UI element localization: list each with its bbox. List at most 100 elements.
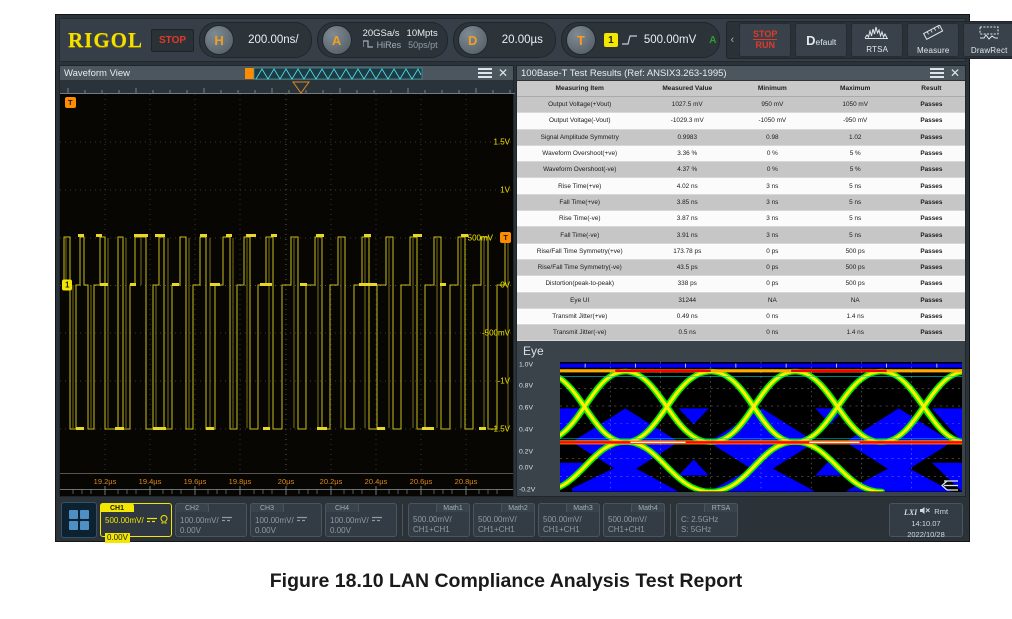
table-row[interactable]: Fall Time(+ve)3.85 ns3 ns5 nsPasses xyxy=(517,194,965,210)
eye-diagram-title: Eye xyxy=(517,341,965,358)
status-clock-box[interactable]: LXI Rmt 14:10.07 2022/10/28 xyxy=(889,503,963,537)
math-box-math2[interactable]: Math2 500.00mV/ CH1+CH1 xyxy=(473,503,535,537)
status-time: 14:10.07 xyxy=(890,519,962,530)
table-row[interactable]: Waveform Overshoot(-ve)4.37 %0 %5 %Passe… xyxy=(517,162,965,178)
waveform-y-label: 500mV xyxy=(468,234,493,243)
eye-diagram-area[interactable]: 1.0V 0.8V 0.6V 0.4V 0.2V 0.0V -0.2V -0.4… xyxy=(517,358,965,496)
waveform-menu-icon[interactable] xyxy=(478,68,492,78)
cell-result: Passes xyxy=(898,227,965,243)
lxi-label: LXI xyxy=(904,507,917,519)
table-header-row: Measuring Item Measured Value Minimum Ma… xyxy=(517,81,965,97)
channel-box-ch2[interactable]: CH2 100.00mV/ 0.00V xyxy=(175,503,247,537)
waveform-x-label: 19.2µs xyxy=(94,477,117,486)
table-row[interactable]: Transmit Jitter(-ve)0.5 ns0 ns1.4 nsPass… xyxy=(517,325,965,341)
ruler-icon xyxy=(921,25,945,45)
math2-scale-value: 500.00mV/ xyxy=(478,515,517,525)
layout-grid-button[interactable] xyxy=(61,502,97,538)
cell-minimum: 0 ps xyxy=(732,243,813,259)
waveform-grid[interactable]: 1.5V 1V 500mV 0V -500mV -1V -1.5V T 1 xyxy=(60,94,513,474)
run-state-indicator[interactable]: STOP xyxy=(151,29,194,52)
ch2-tab-label: CH2 xyxy=(175,503,209,512)
cell-measuring-item: Waveform Overshoot(+ve) xyxy=(517,145,642,161)
cell-measured-value: 173.78 ps xyxy=(642,243,732,259)
table-row[interactable]: Eye UI31244NANAPasses xyxy=(517,292,965,308)
table-row[interactable]: Transmit Jitter(+ve)0.49 ns0 ns1.4 nsPas… xyxy=(517,308,965,324)
trigger-settings-group[interactable]: T 1 500.00mV A xyxy=(561,22,720,58)
cell-measured-value: 3.87 ns xyxy=(642,211,732,227)
eye-y-label: 0.4V xyxy=(519,427,533,434)
measure-button[interactable]: Measure xyxy=(907,23,959,57)
delay-settings-group[interactable]: D 20.00µs xyxy=(453,22,556,58)
math-box-math3[interactable]: Math3 500.00mV/ CH1+CH1 xyxy=(538,503,600,537)
draw-rect-button[interactable]: DrawRect xyxy=(963,23,1012,57)
cell-maximum: 500 ps xyxy=(813,276,898,292)
rtsa-box[interactable]: RTSA C: 2.5GHz S: 5GHz xyxy=(676,503,738,537)
stop-run-button[interactable]: STOP RUN xyxy=(739,23,791,57)
trigger-level-marker[interactable]: T xyxy=(500,232,511,243)
channel-ground-marker[interactable]: 1 xyxy=(62,280,72,291)
test-results-panel: 100Base-T Test Results (Ref: ANSIX3.263-… xyxy=(516,65,966,497)
dc-coupling-icon xyxy=(222,515,232,526)
run-label: RUN xyxy=(755,40,775,50)
status-date: 2022/10/28 xyxy=(890,530,962,541)
eye-options-icon[interactable] xyxy=(941,479,959,492)
waveform-close-icon[interactable]: ✕ xyxy=(498,67,508,79)
cell-measuring-item: Eye UI xyxy=(517,292,642,308)
cell-result: Passes xyxy=(898,243,965,259)
cell-measuring-item: Rise/Fall Time Symmetry(+ve) xyxy=(517,243,642,259)
col-measuring-item: Measuring Item xyxy=(517,81,642,97)
table-row[interactable]: Output Voltage(+Vout)1027.5 mV950 mV1050… xyxy=(517,97,965,113)
cell-measured-value: 4.37 % xyxy=(642,162,732,178)
results-menu-icon[interactable] xyxy=(930,68,944,78)
default-button[interactable]: Default xyxy=(795,23,847,57)
rtsa-button[interactable]: RTSA xyxy=(851,23,903,57)
table-row[interactable]: Output Voltage(-Vout)-1029.3 mV-1050 mV-… xyxy=(517,113,965,129)
cell-measured-value: 0.5 ns xyxy=(642,325,732,341)
channel-box-ch1[interactable]: CH1 500.00mV/ 0.00V xyxy=(100,503,172,537)
cell-measured-value: 43.5 ps xyxy=(642,259,732,275)
results-close-icon[interactable]: ✕ xyxy=(950,67,960,79)
cell-minimum: 0.98 xyxy=(732,129,813,145)
cell-maximum: 1.4 ns xyxy=(813,325,898,341)
table-row[interactable]: Rise/Fall Time Symmetry(-ve)43.5 ps0 ps5… xyxy=(517,259,965,275)
cell-maximum: -950 mV xyxy=(813,113,898,129)
table-row[interactable]: Waveform Overshoot(+ve)3.36 %0 %5 %Passe… xyxy=(517,145,965,161)
waveform-nav-bar[interactable] xyxy=(60,81,513,95)
impedance-icon xyxy=(160,515,168,527)
scroll-left-arrow[interactable]: ‹ xyxy=(728,34,738,46)
cell-measured-value: 1027.5 mV xyxy=(642,97,732,113)
table-row[interactable]: Signal Amplitude Symmetry0.99830.981.02P… xyxy=(517,129,965,145)
math-box-math1[interactable]: Math1 500.00mV/ CH1+CH1 xyxy=(408,503,470,537)
ch2-scale-value: 100.00mV/ xyxy=(180,516,219,526)
cell-measured-value: 0.9983 xyxy=(642,129,732,145)
quick-action-toolbar: ‹ STOP RUN Default RTSA Measure xyxy=(726,21,1012,59)
cell-measuring-item: Rise Time(+ve) xyxy=(517,178,642,194)
waveform-title-bar: Waveform View ✕ xyxy=(60,66,513,81)
math-box-math4[interactable]: Math4 500.00mV/ CH1+CH1 xyxy=(603,503,665,537)
table-row[interactable]: Rise Time(+ve)4.02 ns3 ns5 nsPasses xyxy=(517,178,965,194)
results-table-wrapper: Measuring Item Measured Value Minimum Ma… xyxy=(517,81,965,341)
horizontal-settings-group[interactable]: H 200.00ns/ xyxy=(199,22,312,58)
cell-measured-value: 3.91 ns xyxy=(642,227,732,243)
figure-caption: Figure 18.10 LAN Compliance Analysis Tes… xyxy=(0,570,1012,593)
waveform-y-label: -500mV xyxy=(482,329,510,338)
delay-value: 20.00µs xyxy=(492,34,553,46)
stop-label: STOP xyxy=(753,30,777,40)
spectrum-icon xyxy=(864,26,890,44)
table-row[interactable]: Rise/Fall Time Symmetry(+ve)173.78 ps0 p… xyxy=(517,243,965,259)
acquire-settings-group[interactable]: A 20GSa/s 10Mpts HiRes 50ps/pt xyxy=(317,22,448,58)
cell-minimum: 0 ps xyxy=(732,276,813,292)
acquire-badge: A xyxy=(322,25,352,55)
cell-maximum: 1050 mV xyxy=(813,97,898,113)
draw-rect-icon xyxy=(976,26,1002,45)
trigger-position-marker[interactable]: T xyxy=(65,97,76,108)
channel-box-ch4[interactable]: CH4 100.00mV/ 0.00V xyxy=(325,503,397,537)
table-row[interactable]: Fall Time(-ve)3.91 ns3 ns5 nsPasses xyxy=(517,227,965,243)
table-row[interactable]: Distortion(peak-to-peak)338 ps0 ps500 ps… xyxy=(517,276,965,292)
top-toolbar: RIGOL STOP H 200.00ns/ A 20GSa/s 10Mpts … xyxy=(59,18,966,62)
math2-expression: CH1+CH1 xyxy=(478,525,531,535)
table-row[interactable]: Rise Time(-ve)3.87 ns3 ns5 nsPasses xyxy=(517,211,965,227)
channel-box-ch3[interactable]: CH3 100.00mV/ 0.00V xyxy=(250,503,322,537)
cell-minimum: 0 ns xyxy=(732,325,813,341)
cell-result: Passes xyxy=(898,162,965,178)
